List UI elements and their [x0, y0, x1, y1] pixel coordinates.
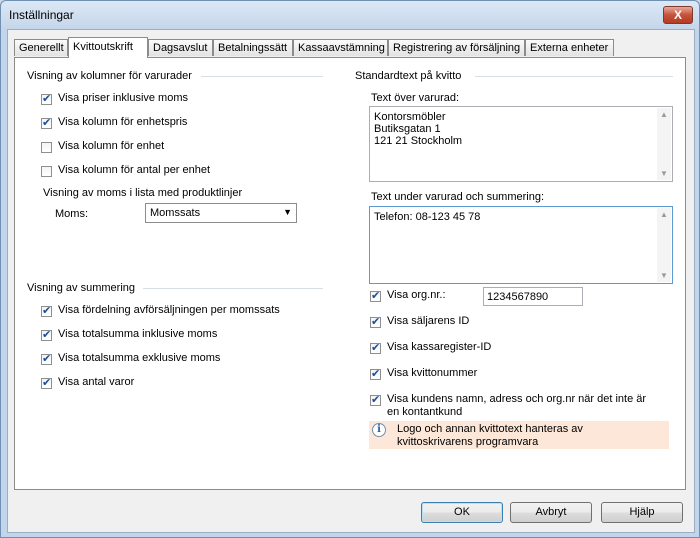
cancel-button[interactable]: Avbryt	[510, 502, 592, 523]
tab-kvittoutskrift[interactable]: Kvittoutskrift	[68, 37, 148, 58]
checkbox-unit-column-label: Visa kolumn för enhet	[58, 140, 165, 152]
standard-text-group-divider	[475, 76, 673, 77]
vat-display-caption: Visning av moms i lista med produktlinje…	[43, 187, 243, 199]
scroll-up-icon[interactable]: ▲	[660, 110, 668, 119]
scrollbar[interactable]: ▲ ▼	[657, 208, 671, 282]
checkbox-register-id[interactable]	[370, 341, 381, 354]
tab-dagsavslut[interactable]: Dagsavslut	[148, 39, 213, 56]
checkbox-total-excl-vat[interactable]	[41, 352, 52, 365]
checkbox-qty-per-unit-column-label: Visa kolumn för antal per enhet	[58, 164, 211, 176]
checkbox-unit-price-column[interactable]	[41, 116, 52, 129]
text-below-items-textarea[interactable]: Telefon: 08-123 45 78 ▲ ▼	[369, 206, 673, 284]
checkbox-item-count[interactable]	[41, 376, 52, 389]
columns-group-divider	[201, 76, 323, 77]
checkbox-sales-per-vat-rate[interactable]	[41, 304, 52, 317]
help-button[interactable]: Hjälp	[601, 502, 683, 523]
checkbox-customer-details[interactable]	[370, 393, 381, 406]
chevron-down-icon: ▼	[283, 207, 292, 217]
scroll-down-icon[interactable]: ▼	[660, 169, 668, 178]
close-button[interactable]: X	[663, 6, 693, 24]
checkbox-prices-incl-vat[interactable]	[41, 92, 52, 105]
text-below-items-label: Text under varurad och summering:	[371, 191, 545, 203]
standard-text-group-title: Standardtext på kvitto	[355, 70, 462, 82]
text-above-items-textarea[interactable]: Kontorsmöbler Butiksgatan 1 121 21 Stock…	[369, 106, 673, 182]
checkbox-unit-price-column-label: Visa kolumn för enhetspris	[58, 116, 188, 128]
window-title: Inställningar	[9, 8, 74, 22]
checkbox-seller-id[interactable]	[370, 315, 381, 328]
checkbox-receipt-number[interactable]	[370, 367, 381, 380]
checkbox-seller-id-label: Visa säljarens ID	[387, 315, 470, 327]
vat-label: Moms:	[55, 208, 88, 220]
checkbox-customer-details-label: Visa kundens namn, adress och org.nr när…	[387, 393, 647, 418]
tab-kassaavstamning[interactable]: Kassaavstämning	[293, 39, 388, 56]
text-above-items-label: Text över varurad:	[371, 92, 460, 104]
ok-button[interactable]: OK	[421, 502, 503, 523]
checkbox-register-id-label: Visa kassaregister-ID	[387, 341, 492, 353]
dialog-client: Generellt Kvittoutskrift Dagsavslut Beta…	[7, 29, 695, 533]
settings-window: Inställningar X Generellt Kvittoutskrift…	[0, 0, 700, 538]
org-nr-value: 1234567890	[487, 291, 549, 303]
checkbox-unit-column[interactable]	[41, 142, 52, 153]
tab-generellt[interactable]: Generellt	[14, 39, 68, 56]
checkbox-total-excl-vat-label: Visa totalsumma exklusive moms	[58, 352, 221, 364]
tab-panel-kvittoutskrift: Visning av kolumner för varurader Visa p…	[14, 57, 686, 490]
text-below-items-value: Telefon: 08-123 45 78	[374, 211, 481, 223]
checkbox-item-count-label: Visa antal varor	[58, 376, 135, 388]
checkbox-qty-per-unit-column[interactable]	[41, 166, 52, 177]
checkbox-prices-incl-vat-label: Visa priser inklusive moms	[58, 92, 189, 104]
scroll-up-icon[interactable]: ▲	[660, 210, 668, 219]
summary-group-title: Visning av summering	[27, 282, 136, 294]
checkbox-show-org-nr-label: Visa org.nr.:	[387, 289, 446, 301]
checkbox-total-incl-vat[interactable]	[41, 328, 52, 341]
tab-registrering-av-forsaljning[interactable]: Registrering av försäljning	[388, 39, 525, 56]
checkbox-show-org-nr[interactable]	[370, 289, 381, 302]
org-nr-input[interactable]: 1234567890	[483, 287, 583, 306]
printer-info-text: Logo och annan kvittotext hanteras av kv…	[397, 423, 583, 448]
vat-dropdown[interactable]: Momssats ▼	[145, 203, 297, 223]
tab-externa-enheter[interactable]: Externa enheter	[525, 39, 614, 56]
checkbox-total-incl-vat-label: Visa totalsumma inklusive moms	[58, 328, 218, 340]
scrollbar[interactable]: ▲ ▼	[657, 108, 671, 180]
checkbox-receipt-number-label: Visa kvittonummer	[387, 367, 478, 379]
vat-dropdown-value: Momssats	[150, 207, 201, 219]
columns-group-title: Visning av kolumner för varurader	[27, 70, 192, 82]
scroll-down-icon[interactable]: ▼	[660, 271, 668, 280]
text-above-items-value: Kontorsmöbler Butiksgatan 1 121 21 Stock…	[374, 111, 463, 147]
title-bar: Inställningar X	[1, 1, 699, 29]
info-icon: i	[372, 423, 386, 437]
printer-info-notice: i Logo och annan kvittotext hanteras av …	[369, 421, 669, 449]
summary-group-divider	[143, 288, 323, 289]
tab-betalningssatt[interactable]: Betalningssätt	[213, 39, 293, 56]
checkbox-sales-per-vat-rate-label: Visa fördelning avförsäljningen per moms…	[58, 304, 280, 316]
